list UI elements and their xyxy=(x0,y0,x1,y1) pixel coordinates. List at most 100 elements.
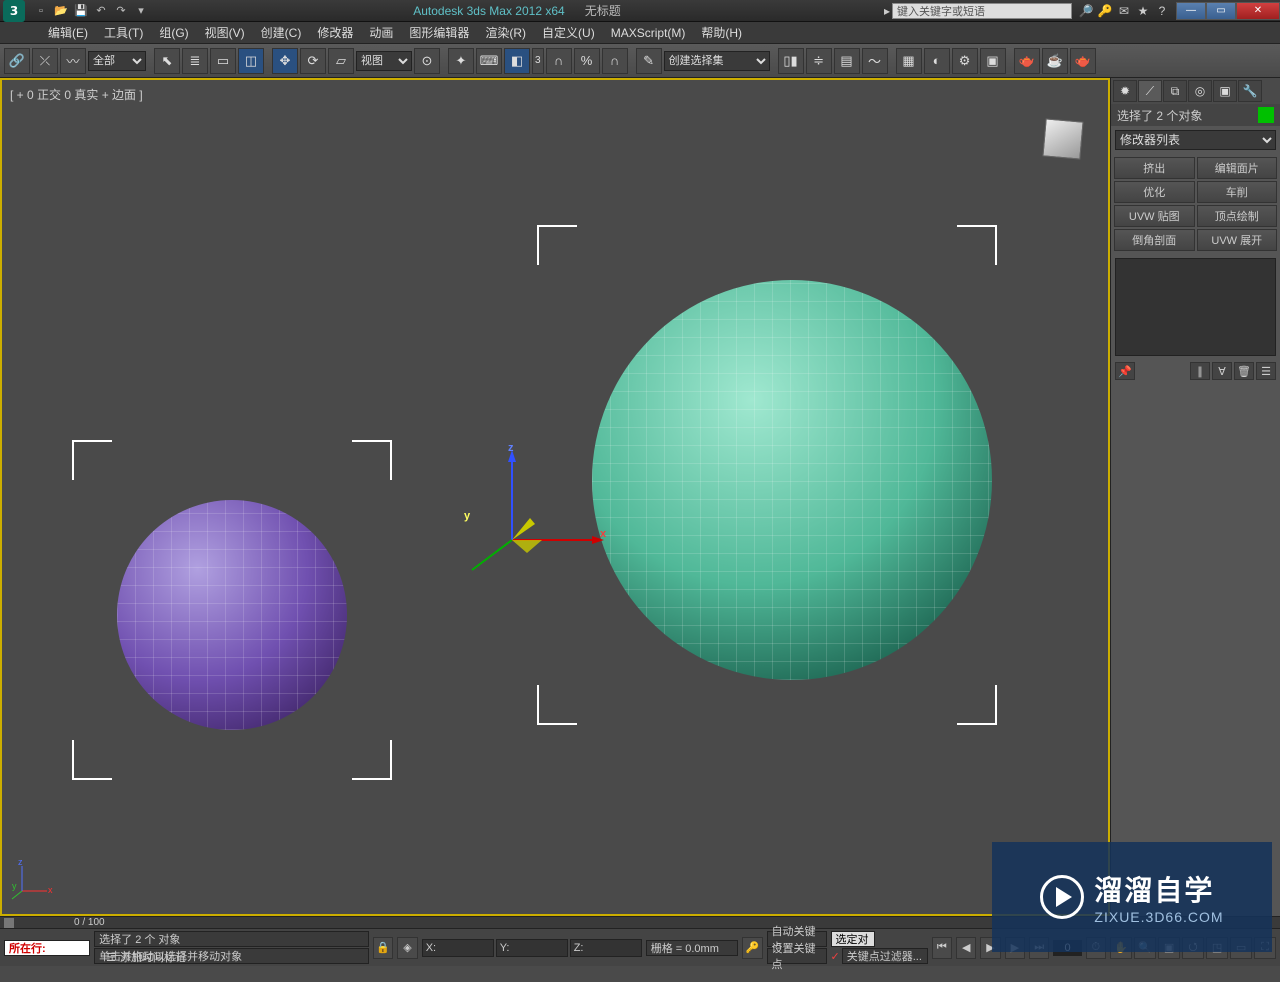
transform-gizmo[interactable]: x z y xyxy=(472,450,612,593)
subscription-icon[interactable]: 🔑 xyxy=(1097,3,1113,19)
coord-z-input[interactable]: Z: xyxy=(570,939,642,957)
modifier-button[interactable]: 倒角剖面 xyxy=(1114,229,1195,251)
maximize-button[interactable]: ▭ xyxy=(1206,2,1236,20)
viewport-label[interactable]: [ + 0 正交 0 真实 + 边面 ] xyxy=(10,86,143,103)
utilities-tab-icon[interactable]: 🔧 xyxy=(1238,80,1262,102)
qat-open-icon[interactable]: 📂 xyxy=(52,3,70,19)
search-input[interactable]: 键入关键字或短语 xyxy=(892,3,1072,19)
link-icon[interactable]: 🔗 xyxy=(4,48,30,74)
menu-tools[interactable]: 工具(T) xyxy=(96,24,151,41)
percent-snap-icon[interactable]: ∩ xyxy=(546,48,572,74)
modify-tab-icon[interactable]: ⟋ xyxy=(1138,80,1162,102)
close-button[interactable]: ✕ xyxy=(1236,2,1280,20)
coord-x-input[interactable]: X: xyxy=(422,939,494,957)
qat-save-icon[interactable]: 💾 xyxy=(72,3,90,19)
menu-create[interactable]: 创建(C) xyxy=(253,24,310,41)
modifier-stack[interactable] xyxy=(1115,258,1276,356)
manipulate-icon[interactable]: ✦ xyxy=(448,48,474,74)
time-tag-icon[interactable]: 🔑 xyxy=(742,937,762,959)
coord-y-input[interactable]: Y: xyxy=(496,939,568,957)
named-sets-edit-icon[interactable]: ✎ xyxy=(636,48,662,74)
curve-editor-icon[interactable]: 〜 xyxy=(862,48,888,74)
menu-graph-editors[interactable]: 图形编辑器 xyxy=(401,24,477,41)
menu-group[interactable]: 组(G) xyxy=(151,24,196,41)
align-icon[interactable]: ≑ xyxy=(806,48,832,74)
isolate-icon[interactable]: ◈ xyxy=(397,937,417,959)
menu-customize[interactable]: 自定义(U) xyxy=(534,24,603,41)
menu-edit[interactable]: 编辑(E) xyxy=(40,24,96,41)
angle-snap-icon[interactable]: 3 xyxy=(532,48,544,74)
render-icon[interactable]: 🫖 xyxy=(1014,48,1040,74)
modifier-button[interactable]: UVW 展开 xyxy=(1197,229,1278,251)
material-editor-icon[interactable]: ◐ xyxy=(924,48,950,74)
menu-views[interactable]: 视图(V) xyxy=(197,24,253,41)
hierarchy-tab-icon[interactable]: ⧉ xyxy=(1163,80,1187,102)
menu-maxscript[interactable]: MAXScript(M) xyxy=(603,26,694,40)
render-setup-icon[interactable]: ⚙ xyxy=(952,48,978,74)
set-key-button[interactable]: 设置关键点 xyxy=(767,948,827,964)
layers-icon[interactable]: ▤ xyxy=(834,48,860,74)
spinner-snap-icon[interactable]: % xyxy=(574,48,600,74)
select-object-icon[interactable]: ⬉ xyxy=(154,48,180,74)
lock-selection-icon[interactable]: 🔒 xyxy=(373,937,393,959)
keyboard-shortcut-icon[interactable]: ⌨ xyxy=(476,48,502,74)
qat-redo-icon[interactable]: ↷ xyxy=(112,3,130,19)
remove-modifier-icon[interactable]: 🗑 xyxy=(1234,362,1254,380)
make-unique-icon[interactable]: ∀ xyxy=(1212,362,1232,380)
render-production-icon[interactable]: 🫖 xyxy=(1070,48,1096,74)
viewport[interactable]: [ + 0 正交 0 真实 + 边面 ] x xyxy=(0,78,1110,916)
viewcube[interactable] xyxy=(1038,114,1088,164)
app-icon[interactable]: 𝟯 xyxy=(3,0,25,22)
qat-more-icon[interactable]: ▾ xyxy=(132,3,150,19)
add-time-tag[interactable]: 添加时间标记 xyxy=(120,949,186,965)
modifier-button[interactable]: 顶点绘制 xyxy=(1197,205,1278,227)
named-selection-select[interactable]: 创建选择集 xyxy=(664,51,770,71)
qat-undo-icon[interactable]: ↶ xyxy=(92,3,110,19)
key-target-select[interactable]: 选定对 xyxy=(831,931,875,947)
render-preset-icon[interactable]: ☕ xyxy=(1042,48,1068,74)
modifier-button[interactable]: UVW 贴图 xyxy=(1114,205,1195,227)
menu-rendering[interactable]: 渲染(R) xyxy=(477,24,534,41)
ref-coord-select[interactable]: 视图 xyxy=(356,51,412,71)
search-go-icon[interactable]: 🔎 xyxy=(1078,3,1094,19)
show-end-result-icon[interactable]: ∥ xyxy=(1190,362,1210,380)
goto-start-icon[interactable]: ⏮ xyxy=(932,937,952,959)
edge-snap-icon[interactable]: ∩ xyxy=(602,48,628,74)
render-frame-icon[interactable]: ▣ xyxy=(980,48,1006,74)
selection-filter-select[interactable]: 全部 xyxy=(88,51,146,71)
modifier-button[interactable]: 挤出 xyxy=(1114,157,1195,179)
create-tab-icon[interactable]: ✹ xyxy=(1113,80,1137,102)
menu-animation[interactable]: 动画 xyxy=(361,24,401,41)
modifier-button[interactable]: 优化 xyxy=(1114,181,1195,203)
pin-stack-icon[interactable]: 📌 xyxy=(1115,362,1135,380)
infocenter-arrow-icon[interactable]: ▸ xyxy=(884,4,890,18)
help-icon[interactable]: ? xyxy=(1154,3,1170,19)
minimize-button[interactable]: — xyxy=(1176,2,1206,20)
key-filters-button[interactable]: 关键点过滤器... xyxy=(842,948,928,964)
modifier-list-select[interactable]: 修改器列表 xyxy=(1115,130,1276,150)
scale-icon[interactable]: ▱ xyxy=(328,48,354,74)
unlink-icon[interactable]: ⤫ xyxy=(32,48,58,74)
mirror-icon[interactable]: ▯▮ xyxy=(778,48,804,74)
pivot-center-icon[interactable]: ⊙ xyxy=(414,48,440,74)
communication-icon[interactable]: ✉ xyxy=(1116,3,1132,19)
rotate-icon[interactable]: ⟳ xyxy=(300,48,326,74)
menu-help[interactable]: 帮助(H) xyxy=(693,24,750,41)
time-tag-toggle-icon[interactable]: ☰ xyxy=(106,951,116,964)
select-by-name-icon[interactable]: ≣ xyxy=(182,48,208,74)
schematic-view-icon[interactable]: ▦ xyxy=(896,48,922,74)
key-mode-icon[interactable]: ✓ xyxy=(831,950,840,963)
menu-modifiers[interactable]: 修改器 xyxy=(309,24,361,41)
window-crossing-icon[interactable]: ◫ xyxy=(238,48,264,74)
snap-toggle-icon[interactable]: ◧ xyxy=(504,48,530,74)
move-icon[interactable]: ✥ xyxy=(272,48,298,74)
favorites-icon[interactable]: ★ xyxy=(1135,3,1151,19)
qat-new-icon[interactable]: ▫ xyxy=(32,3,50,19)
configure-sets-icon[interactable]: ☰ xyxy=(1256,362,1276,380)
modifier-button[interactable]: 车削 xyxy=(1197,181,1278,203)
bind-spacewarp-icon[interactable]: 〰 xyxy=(60,48,86,74)
motion-tab-icon[interactable]: ◎ xyxy=(1188,80,1212,102)
modifier-button[interactable]: 编辑面片 xyxy=(1197,157,1278,179)
object-color-swatch[interactable] xyxy=(1258,107,1274,123)
display-tab-icon[interactable]: ▣ xyxy=(1213,80,1237,102)
